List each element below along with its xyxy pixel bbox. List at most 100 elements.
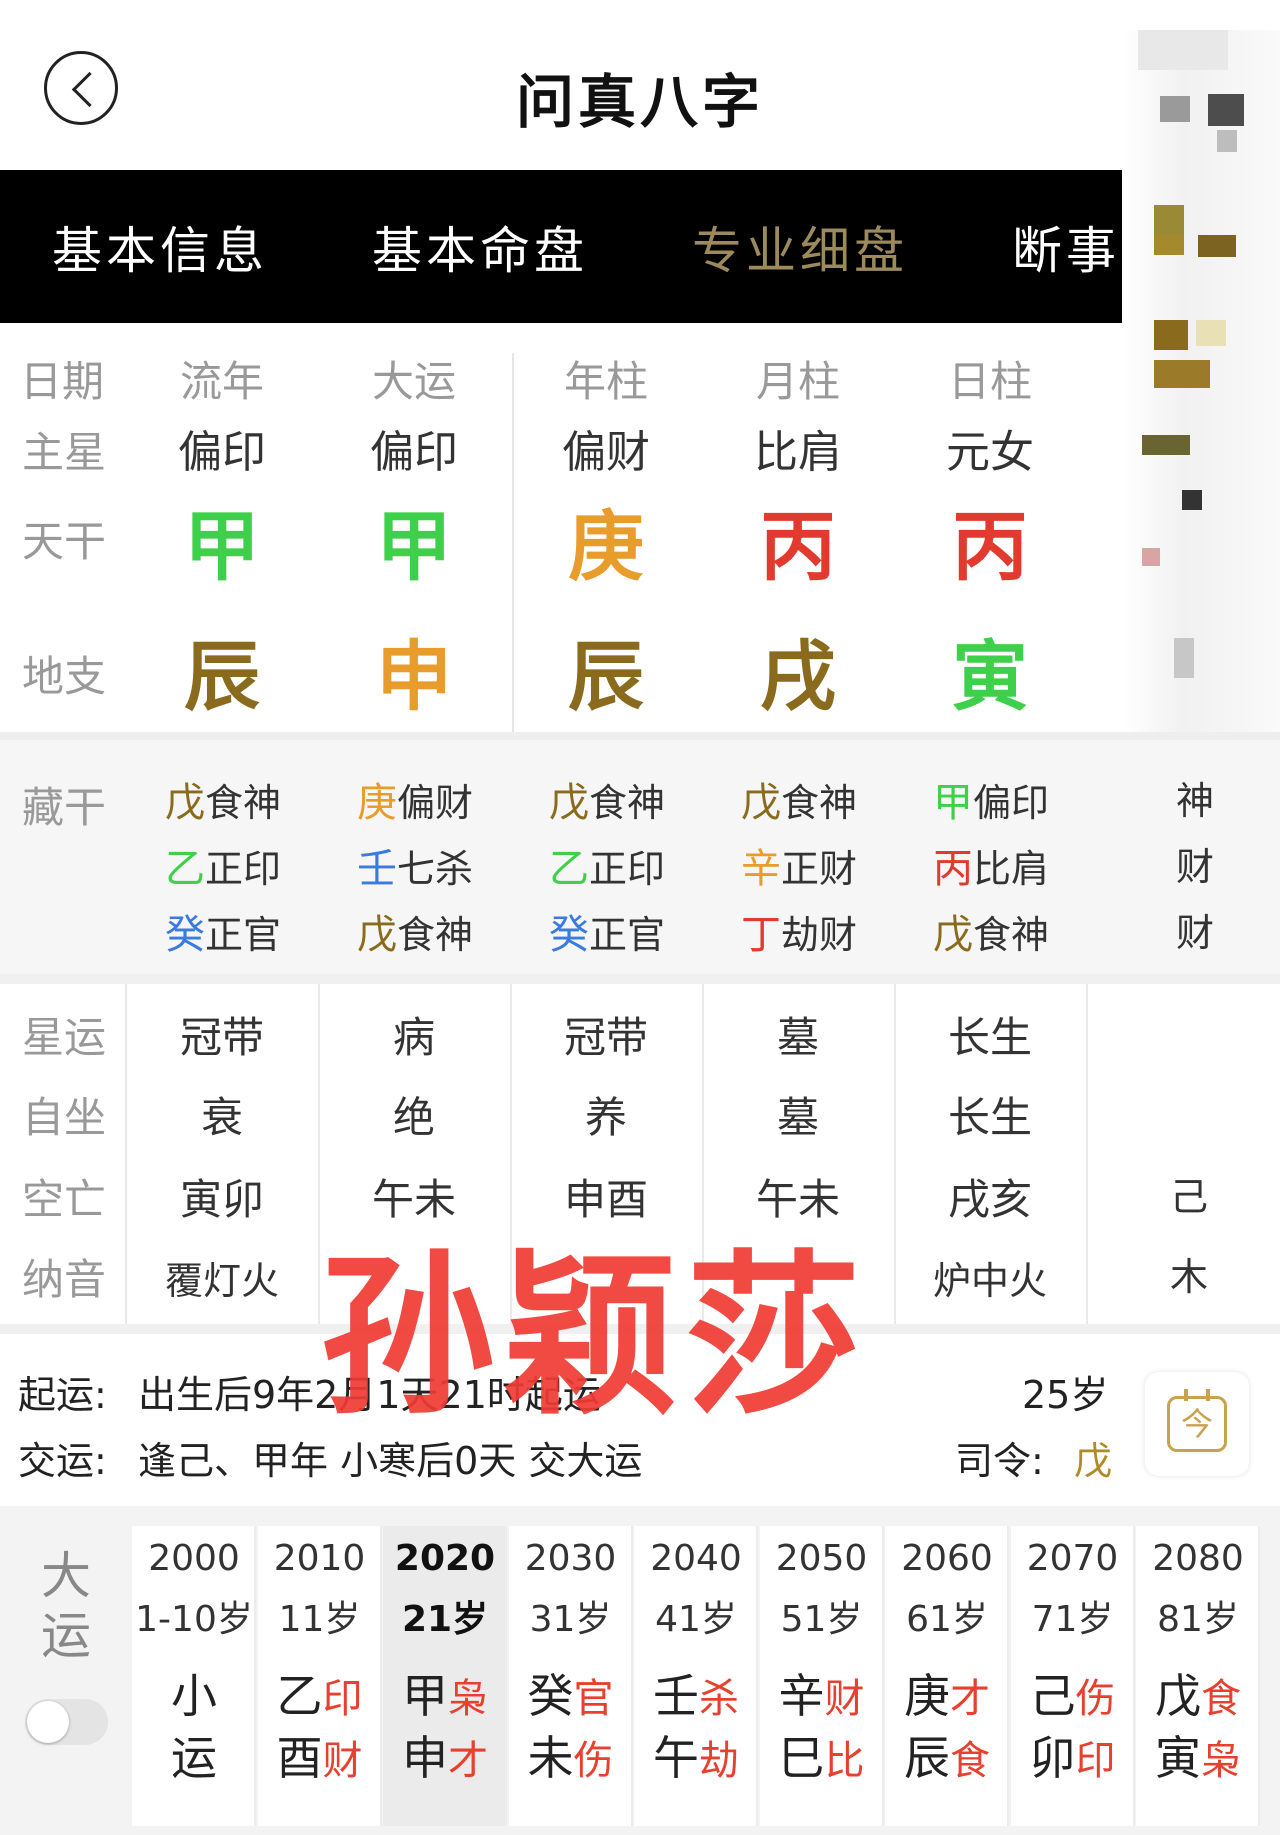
dayun-branch: 卯 (1029, 1731, 1076, 1785)
ten-god: 偏印 (973, 781, 1050, 825)
dayun-stem-row: 壬杀 (634, 1660, 758, 1726)
luck-cell: 冠带 (179, 1013, 264, 1062)
dayun-label: 大 运 (40, 1546, 92, 1666)
hidden-stems-label: 藏干 (22, 783, 107, 832)
ten-god: 食神 (973, 913, 1050, 957)
divider (1086, 984, 1088, 1324)
dayun-stem: 癸 (527, 1669, 574, 1723)
luck-cell: 绝 (392, 1093, 435, 1142)
earthly-branch: 辰 (568, 632, 644, 721)
hidden-stem-entry: 乙正印 (165, 836, 281, 894)
luck-cell: 寅卯 (179, 1175, 264, 1224)
hidden-stem: 乙 (165, 846, 205, 892)
dayun-strip: 大 运 2000 1-10岁 小 运 2010 11岁 乙印 酉财 2020 2… (0, 1506, 1280, 1835)
dayun-ten-god: 比 (824, 1738, 865, 1784)
hidden-stem-entry: 癸正官 (549, 902, 665, 960)
hidden-stem: 癸 (165, 912, 205, 958)
dayun-column[interactable]: 2080 81岁 戊食 寅枭 (1136, 1526, 1260, 1826)
dayun-ten-god: 财 (322, 1738, 363, 1784)
hidden-stem-entry: 戊食神 (549, 770, 665, 828)
main-star: 偏印 (370, 427, 458, 478)
hidden-stem: 戊 (357, 912, 397, 958)
dayun-branch: 酉 (276, 1731, 323, 1785)
heavenly-stem: 丙 (760, 502, 836, 591)
luck-cell: 养 (584, 1093, 627, 1142)
blurred-hour-pillar (1122, 30, 1280, 740)
luck-row-label: 纳音 (22, 1255, 107, 1304)
today-calendar-button[interactable]: 今 (1145, 1372, 1249, 1476)
luck-cell-partial: 己 (1170, 1175, 1209, 1219)
dayun-ten-god: 财 (824, 1676, 865, 1722)
hidden-stem-entry: 辛正财 (741, 836, 857, 894)
tab-detailed-chart[interactable]: 专业细盘 (640, 170, 960, 323)
dayun-branch: 申 (402, 1731, 448, 1785)
ten-god: 正官 (205, 913, 282, 957)
dayun-column[interactable]: 2010 11岁 乙印 酉财 (257, 1526, 382, 1826)
earthly-branch: 戌 (760, 632, 836, 721)
row-label-star: 主星 (22, 428, 107, 477)
dayun-stem: 小 (171, 1669, 217, 1723)
dayun-column[interactable]: 2000 1-10岁 小 运 (132, 1526, 256, 1826)
dayun-age: 41岁 (655, 1599, 737, 1640)
dayun-ten-god: 官 (573, 1676, 614, 1722)
dayun-branch: 辰 (904, 1731, 950, 1785)
dayun-column[interactable]: 2050 51岁 辛财 巳比 (759, 1526, 884, 1826)
dayun-stem: 甲 (402, 1669, 448, 1723)
dayun-column[interactable]: 2040 41岁 壬杀 午劫 (634, 1526, 758, 1826)
heavenly-stem: 甲 (376, 502, 452, 591)
dayun-ten-god: 食 (950, 1738, 990, 1784)
dayun-branch-row: 午劫 (634, 1722, 758, 1788)
dayun-branch-row: 卯印 (1011, 1722, 1135, 1788)
heavenly-stem: 甲 (184, 502, 260, 591)
dayun-stem-row: 己伤 (1011, 1660, 1135, 1726)
pillar-chart: 日期 主星 天干 地支 流年 偏印 甲 辰 大运 偏印 甲 申 年柱 偏财 庚 辰 月… (0, 323, 1280, 740)
dayun-column[interactable]: 2070 71岁 己伤 卯印 (1010, 1526, 1135, 1826)
dayun-ten-god: 伤 (1075, 1676, 1116, 1722)
earthly-branch: 申 (376, 632, 452, 721)
ten-god: 七杀 (397, 847, 474, 891)
qiyun-label: 起运: (18, 1373, 107, 1417)
luck-cell: 炉中火 (932, 1259, 1047, 1303)
dayun-ten-god: 杀 (699, 1676, 739, 1722)
main-star: 元女 (946, 427, 1034, 478)
hidden-stem-partial: 财 (1176, 911, 1215, 955)
jiaoyun-label: 交运: (18, 1439, 107, 1483)
hidden-stem-entry: 戊食神 (933, 902, 1049, 960)
dayun-stem-row: 戊食 (1136, 1660, 1260, 1726)
hidden-stem: 辛 (741, 846, 781, 892)
dayun-column[interactable]: 2020 21岁 甲枭 申才 (383, 1526, 507, 1826)
luck-row-label: 自坐 (22, 1093, 107, 1142)
hidden-stem-entry: 癸正官 (165, 902, 281, 960)
section-separator (0, 974, 1280, 984)
hidden-stem: 戊 (549, 780, 589, 826)
dayun-age: 71岁 (1031, 1599, 1114, 1640)
dayun-year: 2060 (901, 1538, 993, 1579)
luck-cell: 衰 (200, 1093, 243, 1142)
hidden-stem-entry: 戊食神 (357, 902, 473, 960)
hidden-stem: 癸 (549, 912, 589, 958)
dayun-stem: 辛 (778, 1669, 825, 1723)
tab-basic-info[interactable]: 基本信息 (0, 170, 320, 323)
dayun-branch-row: 寅枭 (1136, 1722, 1260, 1788)
dayun-branch: 寅 (1155, 1731, 1201, 1785)
dayun-year: 2030 (524, 1538, 617, 1579)
dayun-year: 2070 (1026, 1538, 1119, 1579)
dayun-year: 2040 (650, 1538, 742, 1579)
ten-god: 食神 (781, 781, 858, 825)
xiaoyun-toggle[interactable] (25, 1699, 108, 1745)
dayun-column[interactable]: 2030 31岁 癸官 未伤 (508, 1526, 633, 1826)
dayun-branch: 午 (653, 1731, 699, 1785)
tab-basic-chart[interactable]: 基本命盘 (320, 170, 640, 323)
earthly-branch: 辰 (184, 632, 260, 721)
dayun-branch-row: 未伤 (509, 1722, 633, 1788)
hidden-stem-entry: 庚偏财 (357, 770, 473, 828)
dayun-stem-row: 甲枭 (383, 1660, 507, 1726)
ten-god: 正印 (589, 847, 666, 891)
ten-god: 劫财 (781, 913, 858, 957)
hidden-stems: 藏干 戊食神 乙正印 癸正官 庚偏财 壬七杀 戊食神 戊食神 乙正印 癸正官 戊… (0, 740, 1280, 974)
ten-god: 食神 (589, 781, 666, 825)
dayun-age: 61岁 (906, 1599, 988, 1640)
app-header: 问真八字 (0, 0, 1280, 170)
dayun-column[interactable]: 2060 61岁 庚才 辰食 (885, 1526, 1009, 1826)
ten-god: 偏财 (397, 781, 474, 825)
